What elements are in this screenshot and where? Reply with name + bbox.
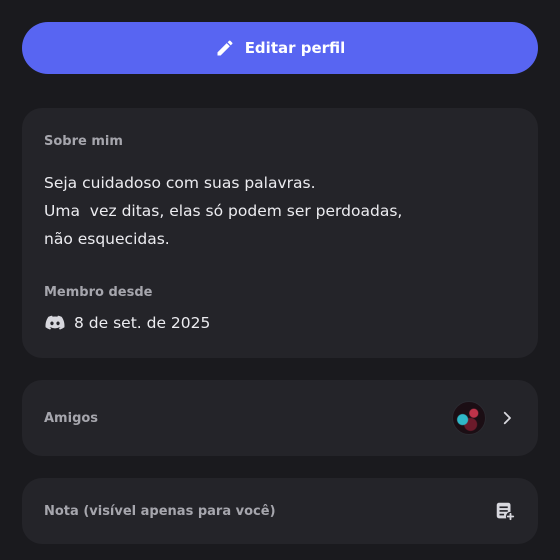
- friends-label: Amigos: [44, 410, 99, 426]
- friends-row[interactable]: Amigos: [22, 380, 538, 456]
- about-me-heading: Sobre mim: [44, 134, 123, 149]
- bio-line: Uma vez ditas, elas só podem ser perdoad…: [44, 202, 403, 220]
- friends-right: [452, 401, 516, 435]
- member-since-heading: Membro desde: [44, 285, 153, 300]
- bio-line: Seja cuidadoso com suas palavras.: [44, 174, 316, 192]
- avatar: [452, 401, 486, 435]
- note-add-icon[interactable]: [494, 500, 516, 522]
- member-since-row: 8 de set. de 2025: [44, 312, 516, 334]
- note-field[interactable]: Nota (visível apenas para você): [22, 478, 538, 544]
- edit-profile-button[interactable]: Editar perfil: [22, 22, 538, 74]
- bio-text: Seja cuidadoso com suas palavras. Uma ve…: [44, 169, 516, 253]
- member-since-date: 8 de set. de 2025: [74, 314, 211, 332]
- bio-line: não esquecidas.: [44, 230, 170, 248]
- pencil-icon: [215, 38, 235, 58]
- about-me-card: Sobre mim Seja cuidadoso com suas palavr…: [22, 108, 538, 358]
- note-placeholder: Nota (visível apenas para você): [44, 503, 276, 519]
- discord-icon: [44, 312, 66, 334]
- chevron-right-icon: [498, 409, 516, 427]
- edit-profile-label: Editar perfil: [244, 39, 346, 57]
